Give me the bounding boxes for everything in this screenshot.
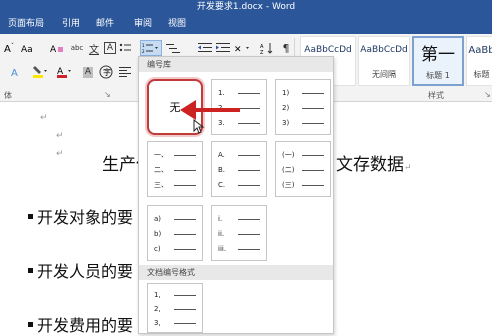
menu-bar: 页面布局 引用 邮件 审阅 视图 <box>0 14 492 34</box>
change-case-icon[interactable]: Aa <box>20 40 36 56</box>
svg-text:Aa: Aa <box>21 45 33 54</box>
bullets-icon[interactable] <box>118 40 132 56</box>
numbering-format-upper-alpha[interactable]: A. B. C. <box>211 141 267 197</box>
numbering-format-lower-alpha[interactable]: a) b) c) <box>147 205 203 261</box>
text-effects-icon[interactable]: A <box>8 64 24 80</box>
decrease-indent-icon[interactable] <box>196 40 214 56</box>
styles-dialog-launcher-icon[interactable]: ↘ <box>484 90 491 99</box>
font-color-button[interactable]: A <box>54 64 74 80</box>
char-shading-button[interactable]: A <box>80 64 96 80</box>
font-dialog-launcher-icon[interactable]: ↘ <box>104 90 111 99</box>
align-left-icon[interactable] <box>118 64 132 80</box>
numbering-format-num-paren[interactable]: 1) 2) 3) <box>275 79 331 135</box>
style-no-spacing[interactable]: AaBbCcDd 无间隔 <box>358 36 410 86</box>
numbering-format-doc-comma[interactable]: 1, 2, 3, <box>147 283 203 333</box>
numbering-button[interactable]: 12 <box>140 40 162 56</box>
bullet-item: 开发人员的要 <box>28 258 133 282</box>
phonetic-button[interactable]: abc <box>68 40 86 56</box>
tab-references[interactable]: 引用 <box>62 17 80 31</box>
sort-icon[interactable]: AZ <box>258 40 276 56</box>
bullet-square-icon <box>28 322 33 327</box>
mouse-cursor-icon <box>193 119 205 134</box>
styles-group-label: 样式 <box>428 91 444 100</box>
enclose-char-button[interactable]: A <box>102 40 118 56</box>
svg-text:A: A <box>11 68 18 78</box>
window-title: 开发要求1.docx - Word <box>196 2 296 12</box>
numbering-library-header: 编号库 <box>139 57 333 72</box>
paragraph-mark-icon: ↵ <box>40 113 48 123</box>
chinese-layout-icon[interactable]: ✕ <box>232 40 254 56</box>
svg-text:2: 2 <box>142 49 145 54</box>
bullet-item: 开发费用的要 <box>28 312 133 336</box>
svg-text:Z: Z <box>260 50 264 54</box>
numbering-format-cn-dun[interactable]: 一、 二、 三、 <box>147 141 203 197</box>
clear-format-icon[interactable]: A <box>48 40 66 56</box>
multilevel-list-icon[interactable] <box>164 40 182 56</box>
increase-indent-icon[interactable] <box>214 40 232 56</box>
annotation-arrow <box>180 100 240 120</box>
bullet-square-icon <box>28 214 33 219</box>
svg-text:ˇ: ˇ <box>11 43 14 50</box>
svg-text:A: A <box>4 44 11 54</box>
tab-page-layout[interactable]: 页面布局 <box>8 17 44 31</box>
paragraph-mark-icon: ↵ <box>56 149 64 159</box>
doc-heading-right: 文存数据↵ <box>336 155 412 175</box>
svg-text:A: A <box>50 45 57 54</box>
char-border-button[interactable]: 文 <box>86 40 102 56</box>
svg-text:✕: ✕ <box>234 45 242 54</box>
enclose-characters-icon[interactable]: 字 <box>98 64 114 80</box>
font-size-icon[interactable]: Aˇ <box>2 40 18 56</box>
style-heading-1[interactable]: 第一 标题 1 <box>412 36 464 86</box>
numbering-format-cn-paren[interactable]: (一) (二) (三) <box>275 141 331 197</box>
title-bar: 开发要求1.docx - Word <box>0 0 492 14</box>
svg-text:字: 字 <box>103 67 111 77</box>
bullet-square-icon <box>28 268 33 273</box>
numbering-icon: 12 <box>142 43 158 54</box>
svg-text:1: 1 <box>142 43 145 48</box>
font-group-label: 体 <box>4 91 12 100</box>
numbering-format-lower-roman[interactable]: i. ii. iii. <box>211 205 267 261</box>
highlight-icon[interactable] <box>30 64 50 80</box>
bullet-item: 开发对象的要 <box>28 204 133 228</box>
show-marks-icon[interactable]: ¶ <box>278 40 294 56</box>
style-title[interactable]: AaBb 标题 <box>466 36 492 86</box>
tab-view[interactable]: 视图 <box>168 17 186 31</box>
tab-mailings[interactable]: 邮件 <box>96 17 114 31</box>
tab-review[interactable]: 审阅 <box>134 17 152 31</box>
document-formats-header: 文档编号格式 <box>139 265 333 280</box>
paragraph-mark-icon: ↵ <box>56 131 64 141</box>
